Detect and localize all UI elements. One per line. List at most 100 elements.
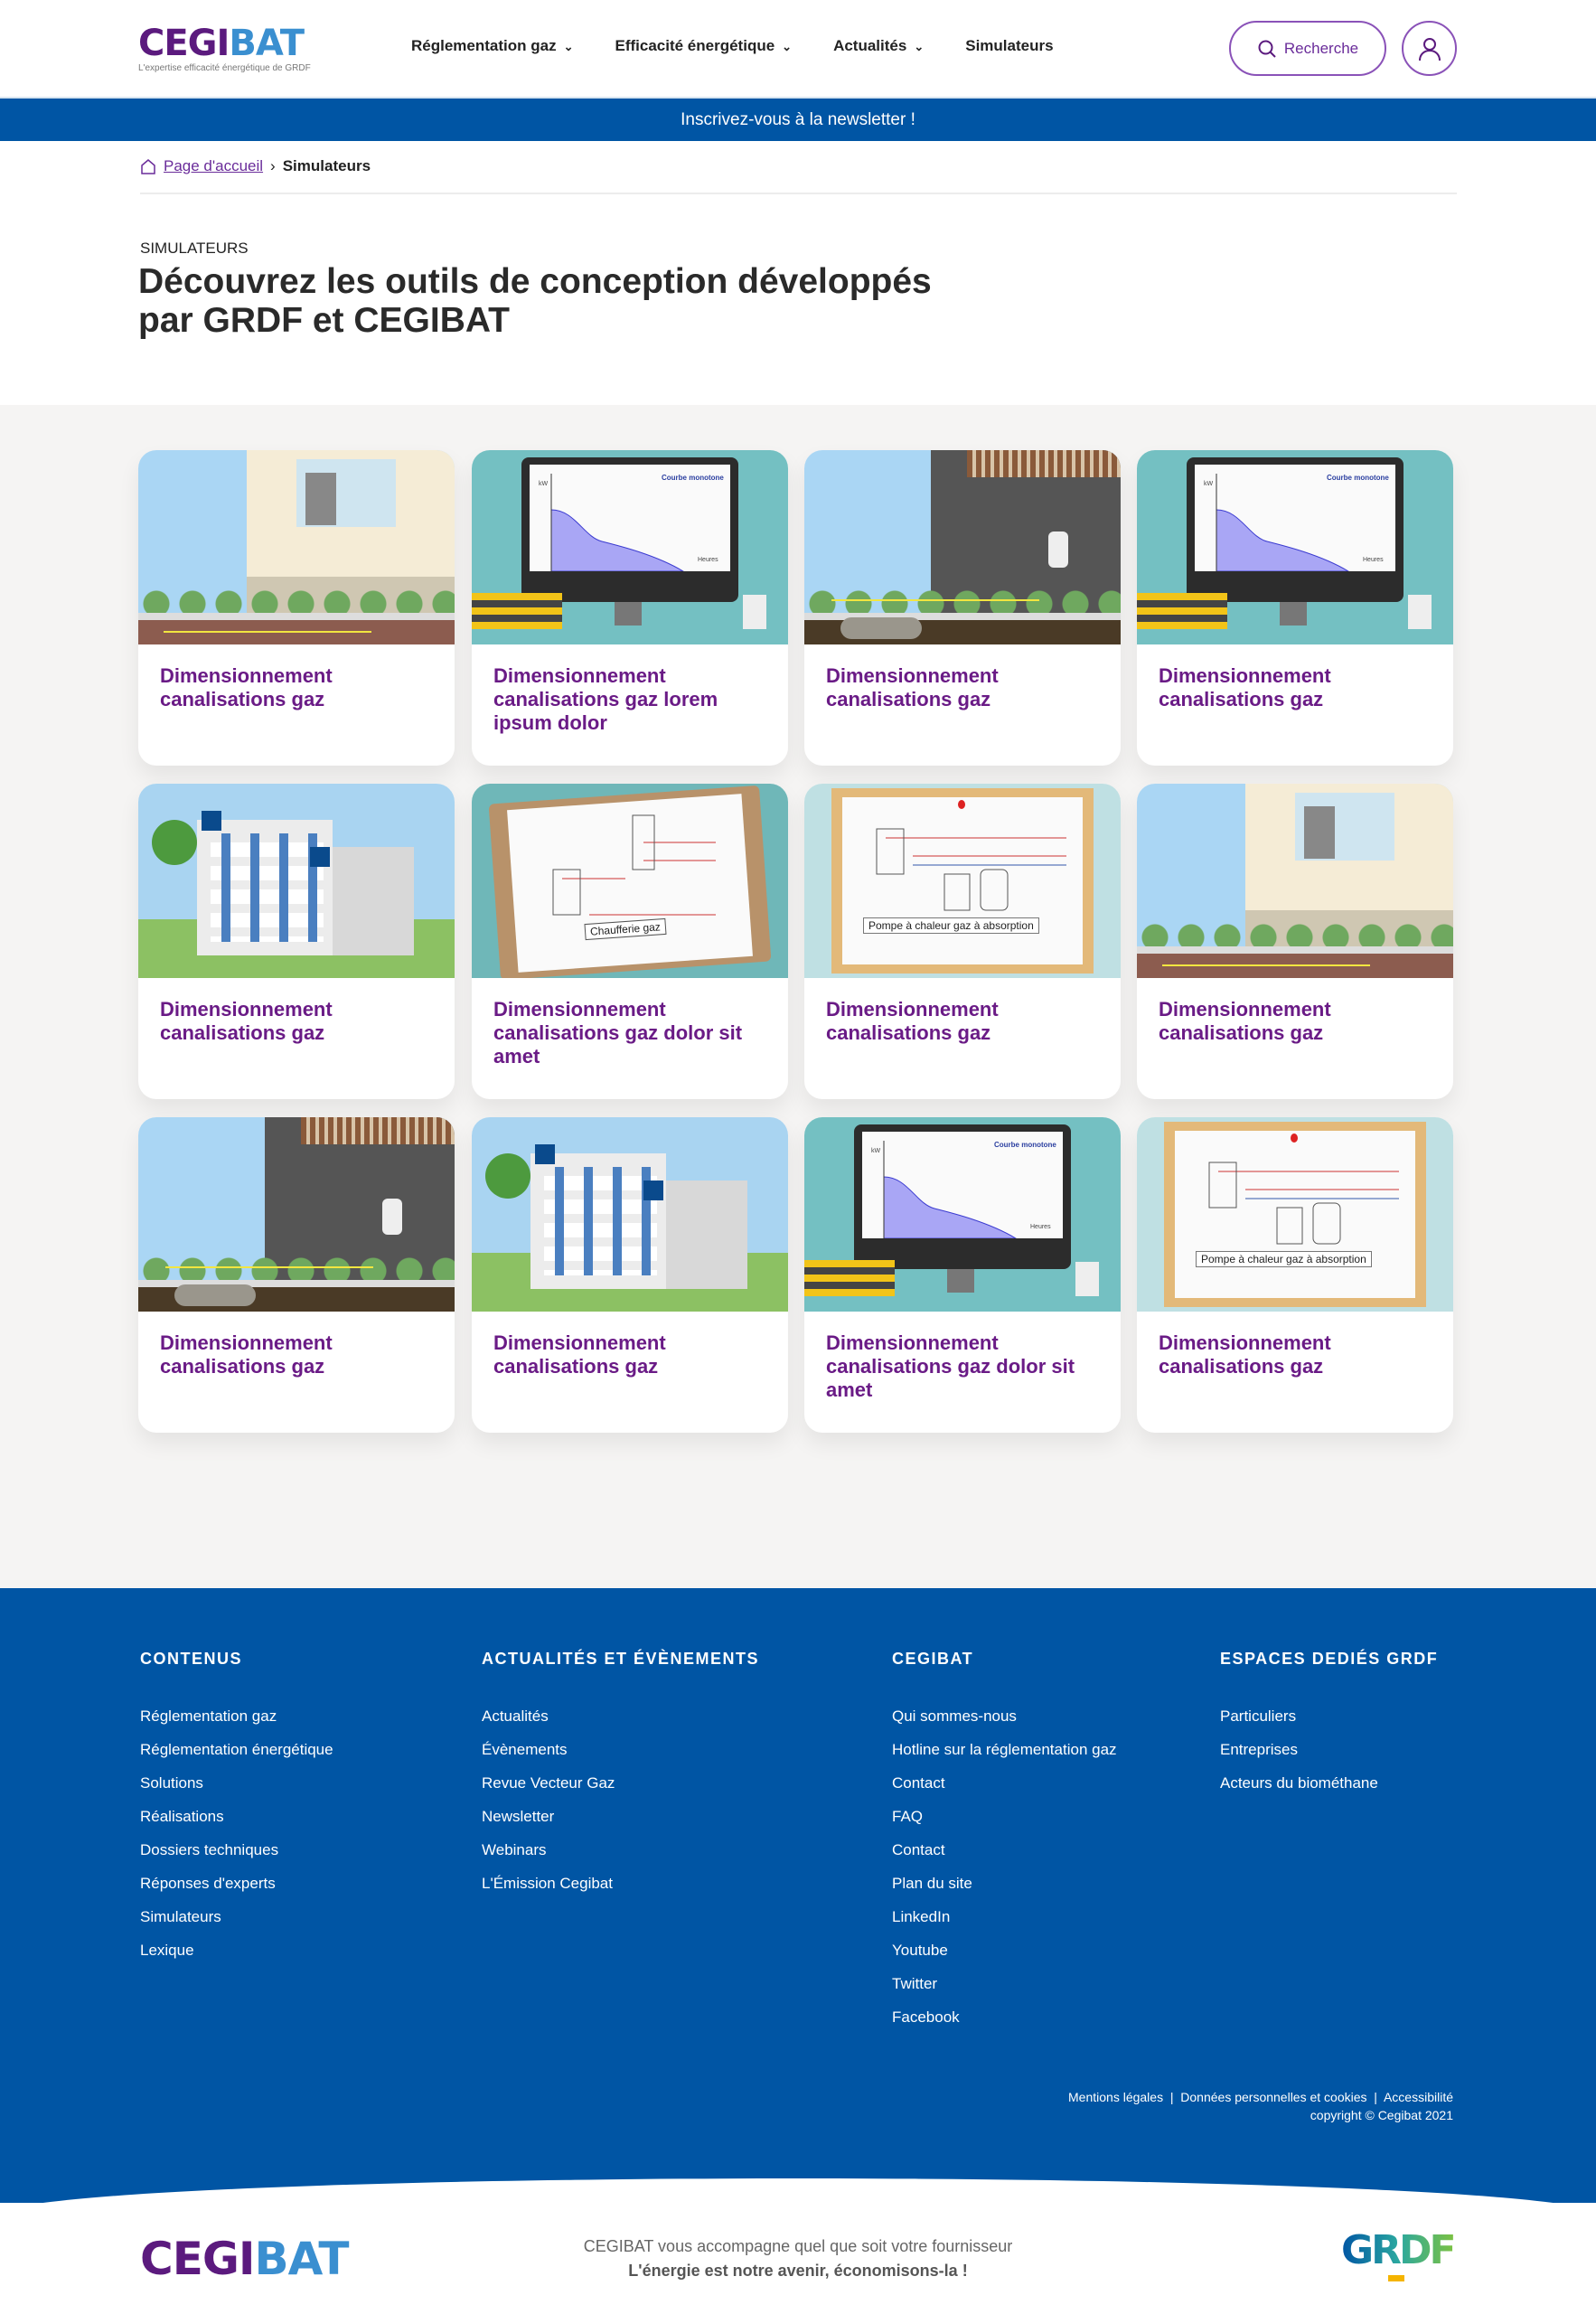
legal-link-privacy[interactable]: Données personnelles et cookies <box>1180 2090 1366 2104</box>
footer-heading: CONTENUS <box>140 1650 243 1668</box>
card-title: Dimensionnement canalisations gaz dolor … <box>493 998 743 1068</box>
simulator-card[interactable]: Courbe monotone kW Heures Dimensionnemen… <box>1137 450 1453 766</box>
simulator-card[interactable]: Chaufferie gaz Dimensionnement canalisati… <box>472 784 788 1099</box>
footer-link[interactable]: Newsletter <box>482 1800 759 1833</box>
card-title: Dimensionnement canalisations gaz <box>160 998 333 1044</box>
footer-heading: ESPACES DEDIÉS GRDF <box>1220 1650 1439 1668</box>
footer-link[interactable]: Contact <box>892 1766 1117 1800</box>
nav-label: Simulateurs <box>965 37 1054 54</box>
card-title: Dimensionnement canalisations gaz <box>160 1331 333 1378</box>
chart-x-label: Heures <box>698 557 718 563</box>
account-button[interactable] <box>1402 21 1457 76</box>
card-illustration-house <box>1137 784 1453 978</box>
search-icon <box>1258 40 1276 58</box>
nav-label: Efficacité énergétique <box>615 37 775 54</box>
chevron-down-icon: ⌄ <box>914 40 925 53</box>
card-title: Dimensionnement canalisations gaz lorem … <box>493 664 718 734</box>
breadcrumb-current: Simulateurs <box>282 157 371 174</box>
main-nav: Réglementation gaz ⌄ Efficacité énergétiq… <box>411 37 1054 55</box>
footer-link[interactable]: Hotline sur la réglementation gaz <box>892 1733 1117 1766</box>
card-title: Dimensionnement canalisations gaz <box>826 664 999 710</box>
simulator-card[interactable]: Dimensionnement canalisations gaz <box>138 450 455 766</box>
footer-link[interactable]: Actualités <box>482 1699 759 1733</box>
footer-heading: ACTUALITÉS ET ÉVÈNEMENTS <box>482 1650 760 1668</box>
card-title: Dimensionnement canalisations gaz <box>1159 1331 1331 1378</box>
legal-link-accessibility[interactable]: Accessibilité <box>1384 2090 1453 2104</box>
footer-link[interactable]: Acteurs du biométhane <box>1220 1766 1438 1800</box>
chart-title-label: Courbe monotone <box>1327 474 1389 482</box>
footer-link[interactable]: Dossiers techniques <box>140 1833 333 1867</box>
chart-y-label: kW <box>1204 481 1214 487</box>
chart-x-label: Heures <box>1030 1224 1051 1230</box>
footer-link[interactable]: Réalisations <box>140 1800 333 1833</box>
chart-x-label: Heures <box>1363 557 1384 563</box>
card-title: Dimensionnement canalisations gaz <box>493 1331 666 1378</box>
grdf-logo[interactable]: GRDF <box>1341 2227 1457 2281</box>
footer-link[interactable]: Simulateurs <box>140 1900 333 1933</box>
footer-link[interactable]: L'Émission Cegibat <box>482 1867 759 1900</box>
simulator-card[interactable]: Courbe monotone kW Heures Dimensionnemen… <box>472 450 788 766</box>
simulator-card[interactable]: Dimensionnement canalisations gaz <box>138 784 455 1099</box>
logo-text-cegi: CEGI <box>140 2233 255 2285</box>
card-title: Dimensionnement canalisations gaz <box>826 998 999 1044</box>
breadcrumb-home-link[interactable]: Page d'accueil <box>164 157 263 175</box>
simulator-card[interactable]: Dimensionnement canalisations gaz <box>804 450 1121 766</box>
footer-link[interactable]: Réponses d'experts <box>140 1867 333 1900</box>
footer-link[interactable]: Youtube <box>892 1933 1117 1967</box>
footer-link[interactable]: Lexique <box>140 1933 333 1967</box>
simulator-card[interactable]: Pompe à chaleur gaz à absorption Dimensio… <box>804 784 1121 1099</box>
page-eyebrow: SIMULATEURS <box>140 240 249 257</box>
footer-link[interactable]: Contact <box>892 1833 1117 1867</box>
newsletter-link[interactable]: Inscrivez-vous à la newsletter ! <box>681 110 915 130</box>
footer-link[interactable]: Plan du site <box>892 1867 1117 1900</box>
footer-link[interactable]: Particuliers <box>1220 1699 1438 1733</box>
simulator-card[interactable]: Dimensionnement canalisations gaz <box>1137 784 1453 1099</box>
footer-link[interactable]: Évènements <box>482 1733 759 1766</box>
page-title: Découvrez les outils de conception dével… <box>138 262 932 340</box>
simulator-card[interactable]: Pompe à chaleur gaz à absorption Dimensio… <box>1137 1117 1453 1433</box>
chevron-down-icon: ⌄ <box>563 40 574 53</box>
card-illustration-building <box>138 784 455 978</box>
legal-link-mentions[interactable]: Mentions légales <box>1068 2090 1163 2104</box>
footer-link[interactable]: Revue Vecteur Gaz <box>482 1766 759 1800</box>
footer-link[interactable]: Entreprises <box>1220 1733 1438 1766</box>
chart-y-label: kW <box>871 1148 881 1154</box>
card-illustration-board: Pompe à chaleur gaz à absorption <box>1137 1117 1453 1312</box>
nav-actualites[interactable]: Actualités ⌄ <box>833 37 924 55</box>
newsletter-banner[interactable]: Inscrivez-vous à la newsletter ! <box>0 97 1596 141</box>
footer-link[interactable]: Qui sommes-nous <box>892 1699 1117 1733</box>
cegibat-footer-logo[interactable]: CEGIBAT <box>140 2233 350 2285</box>
footer-link[interactable]: Twitter <box>892 1967 1117 2000</box>
nav-simulateurs[interactable]: Simulateurs <box>965 37 1053 55</box>
chart-title-label: Courbe monotone <box>662 474 724 482</box>
footer-link[interactable]: Facebook <box>892 2000 1117 2034</box>
nav-efficacite-energetique[interactable]: Efficacité énergétique ⌄ <box>615 37 793 55</box>
logo-text-cegi: CEGI <box>138 23 230 64</box>
logo-text-bat: BAT <box>229 23 305 64</box>
footer-link[interactable]: Réglementation gaz <box>140 1699 333 1733</box>
footer-link[interactable]: Réglementation énergétique <box>140 1733 333 1766</box>
simulator-card[interactable]: Dimensionnement canalisations gaz <box>472 1117 788 1433</box>
card-illustration-monitor: Courbe monotone kW Heures <box>804 1117 1121 1312</box>
nav-reglementation-gaz[interactable]: Réglementation gaz ⌄ <box>411 37 574 55</box>
card-illustration-building <box>472 1117 788 1312</box>
search-button[interactable]: Recherche <box>1229 21 1386 76</box>
chevron-right-icon: › <box>270 157 276 174</box>
chart-title-label: Courbe monotone <box>994 1141 1056 1149</box>
user-icon <box>1418 37 1441 61</box>
footer-link[interactable]: Solutions <box>140 1766 333 1800</box>
legal-links: Mentions légales | Données personnelles … <box>1068 2090 1453 2122</box>
card-illustration-tank-house <box>804 450 1121 644</box>
logo-tagline: L'expertise efficacité énergétique de GR… <box>138 63 311 73</box>
footer-link[interactable]: Webinars <box>482 1833 759 1867</box>
nav-label: Actualités <box>833 37 907 54</box>
footer-link[interactable]: FAQ <box>892 1800 1117 1833</box>
site-footer: CONTENUS Réglementation gaz Réglementation… <box>0 1588 1596 2203</box>
breadcrumb: Page d'accueil › Simulateurs <box>140 157 371 175</box>
cegibat-logo[interactable]: CEGIBAT L'expertise efficacité énergétiq… <box>138 25 311 73</box>
slogan-text: L'énergie est notre avenir, économisons-… <box>628 2262 968 2280</box>
simulator-card[interactable]: Dimensionnement canalisations gaz <box>138 1117 455 1433</box>
simulator-card[interactable]: Courbe monotone kW Heures Dimensionnemen… <box>804 1117 1121 1433</box>
footer-link[interactable]: LinkedIn <box>892 1900 1117 1933</box>
footer-column: CEGIBAT Qui sommes-nous Hotline sur la rég… <box>892 1650 1117 2034</box>
